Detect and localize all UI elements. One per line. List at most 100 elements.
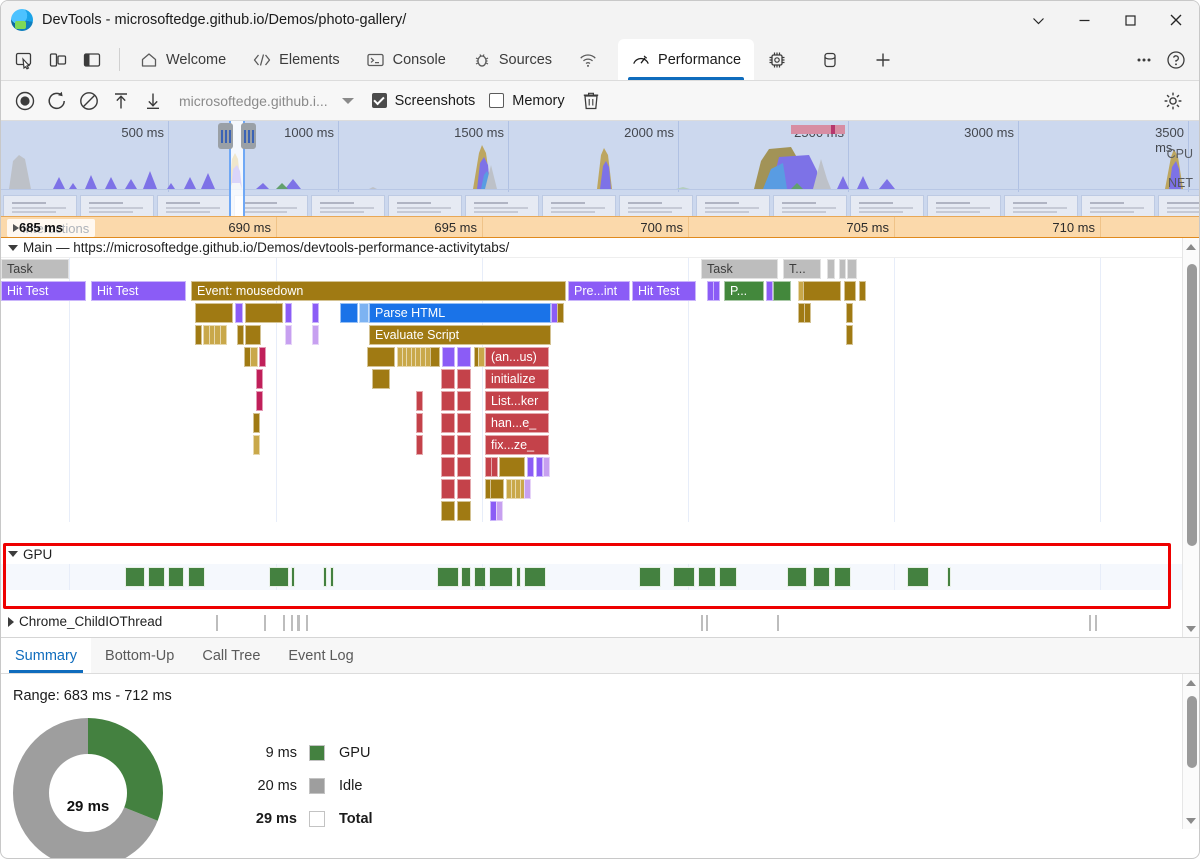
flame-event-small[interactable]	[804, 303, 811, 323]
flame-event-small[interactable]	[543, 457, 550, 477]
flame-event-small[interactable]	[430, 347, 440, 367]
flame-event-small[interactable]	[457, 413, 471, 433]
flame-event-small[interactable]	[773, 281, 791, 301]
flame-event-small[interactable]	[235, 303, 243, 323]
scrollbar-thumb[interactable]	[1187, 264, 1197, 546]
flame-event-small[interactable]	[457, 501, 471, 521]
chevron-down-icon[interactable]	[1015, 1, 1061, 39]
flame-event-small[interactable]	[237, 325, 244, 345]
flame-event-small[interactable]	[713, 281, 720, 301]
flame-lane[interactable]: initialize	[1, 368, 1199, 390]
flame-event[interactable]: Parse HTML	[369, 303, 551, 323]
flame-event-small[interactable]	[253, 413, 260, 433]
gpu-events-row[interactable]	[1, 564, 1199, 590]
flame-event[interactable]: initialize	[485, 369, 549, 389]
gpu-event[interactable]	[323, 567, 327, 587]
flame-event-small[interactable]	[527, 457, 534, 477]
gpu-track[interactable]: GPU	[1, 544, 1199, 610]
flame-event-small[interactable]	[441, 479, 455, 499]
gpu-event[interactable]	[489, 567, 513, 587]
flame-event-small[interactable]	[457, 479, 471, 499]
flame-event-small[interactable]	[844, 281, 856, 301]
flame-lane[interactable]: Parse HTML	[1, 302, 1199, 324]
minimize-icon[interactable]	[1061, 1, 1107, 39]
gpu-event[interactable]	[437, 567, 459, 587]
flame-lane[interactable]: List...ker	[1, 390, 1199, 412]
flame-event-small[interactable]	[442, 347, 455, 367]
gpu-event[interactable]	[524, 567, 546, 587]
flame-event-small[interactable]	[340, 303, 358, 323]
tab-elements[interactable]: Elements	[239, 39, 352, 80]
flame-lane[interactable]: Evaluate Script	[1, 324, 1199, 346]
flame-lane[interactable]: (an...us)	[1, 346, 1199, 368]
flame-chart-scrollbar[interactable]	[1182, 238, 1199, 637]
tab-bottom-up[interactable]: Bottom-Up	[91, 638, 188, 673]
flame-lane[interactable]: fix...ze_	[1, 434, 1199, 456]
flame-event-small[interactable]	[457, 435, 471, 455]
flame-event-small[interactable]	[846, 325, 853, 345]
flame-event-small[interactable]	[416, 435, 423, 455]
flame-lane[interactable]: TaskTaskT...	[1, 258, 1199, 280]
track-header-gpu[interactable]: GPU	[1, 544, 1199, 564]
tab-event-log[interactable]: Event Log	[274, 638, 367, 673]
flame-event-small[interactable]	[372, 369, 390, 389]
flame-event[interactable]: (an...us)	[485, 347, 549, 367]
flame-lane[interactable]	[1, 456, 1199, 478]
flame-event-small[interactable]	[524, 479, 531, 499]
flame-event-small[interactable]	[245, 303, 283, 323]
gpu-event[interactable]	[474, 567, 486, 587]
flame-event-small[interactable]	[416, 391, 423, 411]
tab-performance[interactable]: Performance	[618, 39, 754, 80]
flame-event-small[interactable]	[859, 281, 866, 301]
flame-event[interactable]: T...	[783, 259, 821, 279]
scroll-up-arrow[interactable]	[1183, 238, 1199, 255]
gpu-event[interactable]	[516, 567, 521, 587]
chevron-down-icon[interactable]	[338, 91, 358, 111]
gpu-event[interactable]	[125, 567, 145, 587]
flame-event-small[interactable]	[312, 325, 319, 345]
flame-event-small[interactable]	[256, 369, 263, 389]
flame-event-small[interactable]	[846, 303, 853, 323]
breadcrumb-time-ruler[interactable]: 690 ms695 ms700 ms705 ms710 ms Interacti…	[1, 216, 1199, 238]
close-icon[interactable]	[1153, 1, 1199, 39]
dock-side-icon[interactable]	[77, 45, 107, 75]
delete-recording-button[interactable]	[575, 86, 607, 116]
flame-lane[interactable]	[1, 500, 1199, 522]
tab-memory[interactable]	[754, 39, 807, 80]
flame-event-small[interactable]	[499, 457, 525, 477]
gpu-event[interactable]	[719, 567, 737, 587]
tab-console[interactable]: Console	[353, 39, 459, 80]
tab-summary[interactable]: Summary	[1, 638, 91, 673]
flame-event-small[interactable]	[478, 347, 485, 367]
flame-event-small[interactable]	[285, 325, 292, 345]
gpu-event[interactable]	[787, 567, 807, 587]
tab-application[interactable]	[807, 39, 860, 80]
flame-lane[interactable]: han...e_	[1, 412, 1199, 434]
load-profile-button[interactable]	[105, 86, 137, 116]
tab-sources[interactable]: Sources	[459, 39, 565, 80]
flame-chart-area[interactable]: Main — https://microsoftedge.github.io/D…	[1, 238, 1199, 638]
tab-welcome[interactable]: Welcome	[126, 39, 239, 80]
inspect-element-icon[interactable]	[9, 45, 39, 75]
track-chrome-childiothread[interactable]: Chrome_ChildIOThread	[1, 610, 1199, 636]
flame-event-small[interactable]	[245, 325, 261, 345]
flame-event-small[interactable]	[457, 457, 471, 477]
flame-event[interactable]: Event: mousedown	[191, 281, 566, 301]
flame-event[interactable]: P...	[724, 281, 764, 301]
flame-event-small[interactable]	[416, 413, 423, 433]
flame-event-small[interactable]	[220, 325, 227, 345]
gpu-event[interactable]	[698, 567, 716, 587]
flame-event[interactable]: Pre...int	[568, 281, 630, 301]
details-panel-scrollbar[interactable]	[1182, 674, 1199, 829]
flame-lane[interactable]: Hit TestHit TestEvent: mousedownPre...in…	[1, 280, 1199, 302]
flame-event-small[interactable]	[195, 325, 202, 345]
flame-event[interactable]: Task	[701, 259, 778, 279]
flame-event-small[interactable]	[457, 391, 471, 411]
flame-event[interactable]: Hit Test	[91, 281, 186, 301]
flame-event-small[interactable]	[847, 259, 857, 279]
main-track-lanes[interactable]: TaskTaskT...Hit TestHit TestEvent: mouse…	[1, 258, 1199, 522]
gpu-event[interactable]	[188, 567, 205, 587]
flame-event-small[interactable]	[457, 369, 471, 389]
gpu-event[interactable]	[330, 567, 334, 587]
scroll-down-arrow[interactable]	[1183, 620, 1199, 637]
